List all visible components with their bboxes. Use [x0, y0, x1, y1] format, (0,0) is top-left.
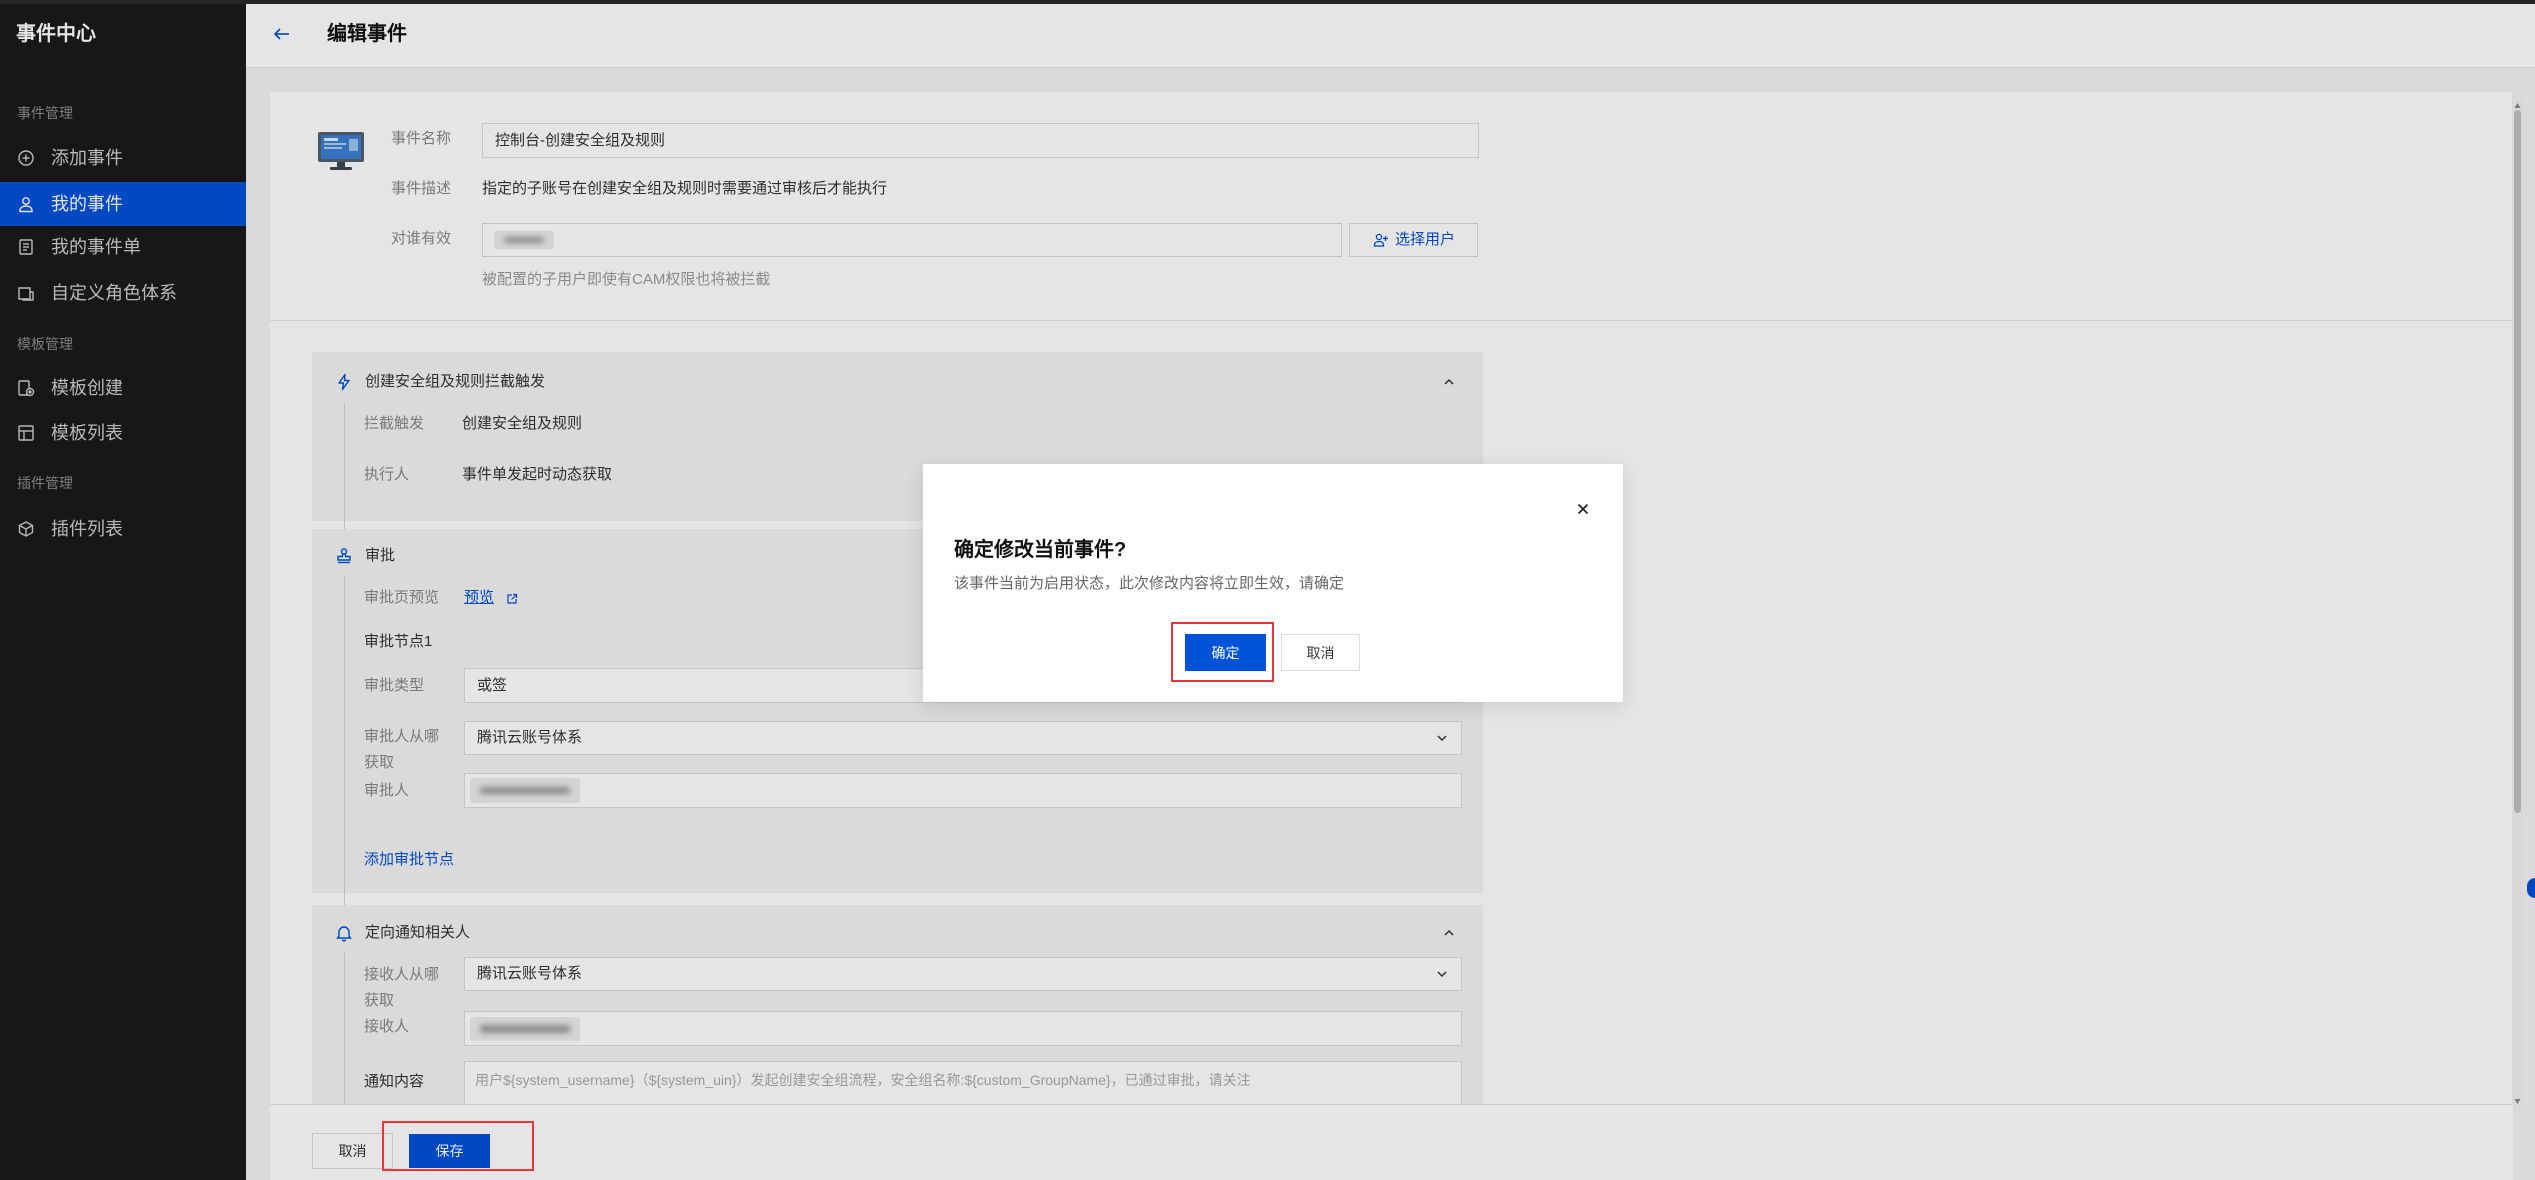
dialog-description: 该事件当前为启用状态，此次修改内容将立即生效，请确定 — [954, 575, 1345, 592]
close-icon[interactable] — [1573, 499, 1593, 519]
dialog-cancel-button[interactable]: 取消 — [1281, 634, 1360, 671]
confirm-dialog: 确定修改当前事件? 该事件当前为启用状态，此次修改内容将立即生效，请确定 确定 … — [923, 464, 1623, 702]
dialog-title: 确定修改当前事件? — [954, 539, 1127, 561]
highlight-box — [1171, 622, 1274, 682]
highlight-box — [382, 1121, 534, 1171]
